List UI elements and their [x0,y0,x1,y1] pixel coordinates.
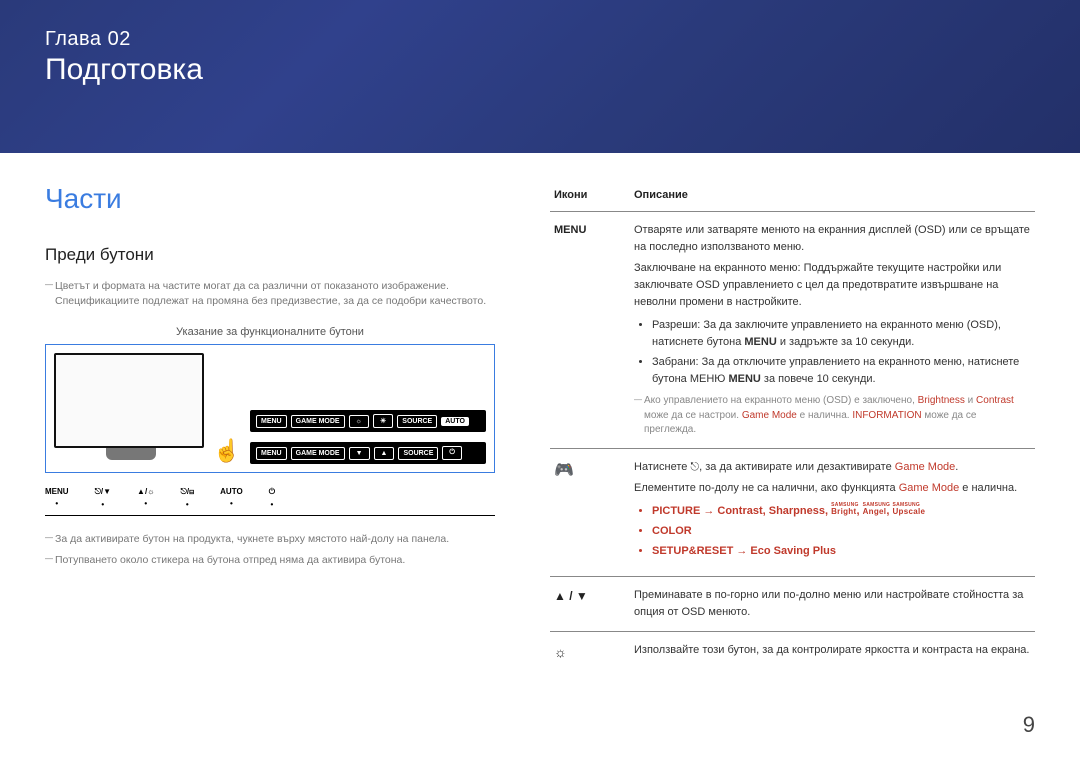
gamepad-line2: Елементите по-долу не са налични, ако фу… [634,480,1031,497]
note-color-shape: Цветът и формата на частите могат да са … [45,279,495,308]
gamepad-bullets: PICTURE → Contrast, Sharpness, Bright, A… [634,503,1031,560]
chapter-title: Подготовка [45,53,1035,87]
desc-cell-menu: Отваряте или затваряте менюто на екранни… [630,212,1035,449]
monitor-illustration [54,353,204,448]
panel-menu: MENU [45,487,69,509]
sub-heading: Преди бутони [45,245,495,265]
bullet-picture: PICTURE → Contrast, Sharpness, Bright, A… [652,503,1031,520]
icon-cell-arrows: ▲ / ▼ [550,577,630,632]
btn-bright-icon: ☀ [373,414,393,428]
icons-table: Икони Описание MENU Отваряте или затваря… [550,183,1035,674]
table-row: ▲ / ▼ Преминавате в по-горно или по-долн… [550,577,1035,632]
callouts: MENU GAME MODE ☼ ☀ SOURCE AUTO MENU GAME… [250,410,486,464]
th-icons: Икони [550,183,630,212]
hand-icon: ☝ [212,438,242,464]
panel-power: ⏻ [269,487,275,509]
gamepad-icon: 🎮 [554,462,574,479]
note-activate: За да активирате бутон на продукта, чукн… [45,532,495,547]
icon-cell-menu: MENU [550,212,630,449]
table-row: 🎮 Натиснете ⎋, за да активирате или деза… [550,448,1035,576]
btn-gamemode: GAME MODE [291,415,345,428]
panel-nav-down: ⎋/▼ [95,487,111,509]
gamepad-line1: Натиснете ⎋, за да активирате или дезакт… [634,459,1031,476]
btn-menu-2: MENU [256,447,287,460]
menu-bullets: Разреши: За да заключите управлението на… [634,317,1031,388]
section-heading: Части [45,183,495,215]
diagram-caption: Указание за функционалните бутони [45,326,495,338]
menu-subnote: Ако управлението на екранното меню (OSD)… [634,394,1031,438]
note-tap-sticker: Потупването около стикера на бутона отпр… [45,553,495,568]
btn-menu: MENU [256,415,287,428]
table-row: ☼ Използвайте този бутон, за да контроли… [550,632,1035,674]
desc-cell-gamepad: Натиснете ⎋, за да активирате или дезакт… [630,448,1035,576]
btn-up-icon: ▲ [374,447,395,460]
menu-bullet-disable: Забрани: За да отключите управлението на… [652,354,1031,388]
desc-cell-arrows: Преминавате в по-горно или по-долно меню… [630,577,1035,632]
panel-nav-src: ⎋/⊟ [181,487,195,509]
menu-para2: Заключване на екранното меню: Поддържайт… [634,260,1031,311]
th-desc: Описание [630,183,1035,212]
button-row-bottom: MENU GAME MODE ▼ ▲ SOURCE ⏻ [250,442,486,464]
icon-cell-sun: ☼ [550,632,630,674]
btn-gamemode-2: GAME MODE [291,447,345,460]
btn-source: SOURCE [397,415,437,428]
btn-auto: AUTO [441,417,469,426]
page-number: 9 [1023,712,1035,738]
bullet-setup: SETUP&RESET → Eco Saving Plus [652,543,1031,560]
chapter-banner: Глава 02 Подготовка [0,0,1080,153]
menu-bullet-enable: Разреши: За да заключите управлението на… [652,317,1031,351]
left-column: Части Преди бутони Цветът и формата на ч… [45,183,495,674]
bullet-color: COLOR [652,523,1031,540]
diagram-box: ☝ MENU GAME MODE ☼ ☀ SOURCE AUTO MENU GA… [45,344,495,473]
btn-source-2: SOURCE [398,447,438,460]
desc-cell-sun: Използвайте този бутон, за да контролира… [630,632,1035,674]
panel-nav-up: ▲/☼ [137,487,154,509]
menu-para1: Отваряте или затваряте менюто на екранни… [634,222,1031,256]
btn-nav-icon: ☼ [349,415,369,428]
diagram-wrap: Указание за функционалните бутони ☝ MENU… [45,326,495,516]
content-area: Части Преди бутони Цветът и формата на ч… [0,153,1080,674]
panel-strip: MENU ⎋/▼ ▲/☼ ⎋/⊟ AUTO ⏻ [45,487,495,516]
right-column: Икони Описание MENU Отваряте или затваря… [550,183,1035,674]
btn-power-icon: ⏻ [442,446,462,460]
table-row: MENU Отваряте или затваряте менюто на ек… [550,212,1035,449]
panel-auto: AUTO [220,487,243,509]
button-row-top: MENU GAME MODE ☼ ☀ SOURCE AUTO [250,410,486,432]
icon-cell-gamepad: 🎮 [550,448,630,576]
btn-down-icon: ▼ [349,447,370,460]
chapter-label: Глава 02 [45,28,1035,51]
